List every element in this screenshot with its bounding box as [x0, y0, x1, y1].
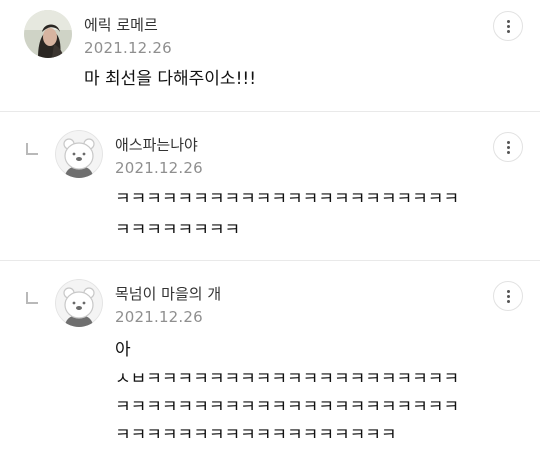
comment-divider — [0, 111, 540, 112]
more-options-button[interactable] — [493, 11, 523, 41]
more-vertical-icon — [506, 289, 510, 293]
comment: 에릭 로메르 2021.12.26 마 최선을 다해주이소!!! — [0, 0, 540, 112]
more-vertical-icon — [506, 140, 510, 144]
more-vertical-icon-dot — [506, 145, 510, 149]
comment-date: 2021.12.26 — [115, 308, 203, 326]
comment-text-line: ㅋㅋㅋㅋㅋㅋㅋㅋㅋㅋㅋㅋㅋㅋㅋㅋㅋㅋㅋㅋㅋㅋ — [115, 189, 460, 209]
avatar[interactable] — [55, 279, 103, 327]
more-options-button[interactable] — [493, 132, 523, 162]
comment-author[interactable]: 애스파는나야 — [115, 135, 198, 155]
comment-reply: 목넘이 마을의 개 2021.12.26 아 ㅅㅂㅋㅋㅋㅋㅋㅋㅋㅋㅋㅋㅋㅋㅋㅋㅋ… — [0, 262, 540, 457]
comment-date: 2021.12.26 — [115, 159, 203, 177]
more-vertical-icon-dot — [506, 150, 510, 154]
reply-arrow-icon — [26, 143, 38, 155]
more-vertical-icon-dot — [506, 24, 510, 28]
avatar[interactable] — [55, 130, 103, 178]
more-options-button[interactable] — [493, 281, 523, 311]
comment-date: 2021.12.26 — [84, 39, 172, 57]
comment-text-line: 마 최선을 다해주이소!!! — [84, 69, 257, 89]
comment-divider — [0, 260, 540, 261]
comment-author[interactable]: 목넘이 마을의 개 — [115, 284, 221, 304]
comment-text-line: ㅋㅋㅋㅋㅋㅋㅋㅋㅋㅋㅋㅋㅋㅋㅋㅋㅋㅋㅋㅋㅋㅋ — [115, 397, 460, 417]
more-vertical-icon-dot — [506, 294, 510, 298]
comment-text-line: ㅅㅂㅋㅋㅋㅋㅋㅋㅋㅋㅋㅋㅋㅋㅋㅋㅋㅋㅋㅋㅋㅋ — [115, 369, 460, 389]
more-vertical-icon-dot — [506, 29, 510, 33]
avatar[interactable] — [24, 10, 72, 58]
comment-text-line: 아 — [115, 340, 131, 360]
more-vertical-icon — [506, 19, 510, 23]
comment-text-line: ㅋㅋㅋㅋㅋㅋㅋㅋ — [115, 220, 241, 240]
comment-text-line: ㅋㅋㅋㅋㅋㅋㅋㅋㅋㅋㅋㅋㅋㅋㅋㅋㅋㅋ — [115, 425, 397, 445]
comment-reply: 애스파는나야 2021.12.26 ㅋㅋㅋㅋㅋㅋㅋㅋㅋㅋㅋㅋㅋㅋㅋㅋㅋㅋㅋㅋㅋㅋ… — [0, 113, 540, 261]
comment-author[interactable]: 에릭 로메르 — [84, 15, 158, 35]
more-vertical-icon-dot — [506, 299, 510, 303]
reply-arrow-icon — [26, 292, 38, 304]
